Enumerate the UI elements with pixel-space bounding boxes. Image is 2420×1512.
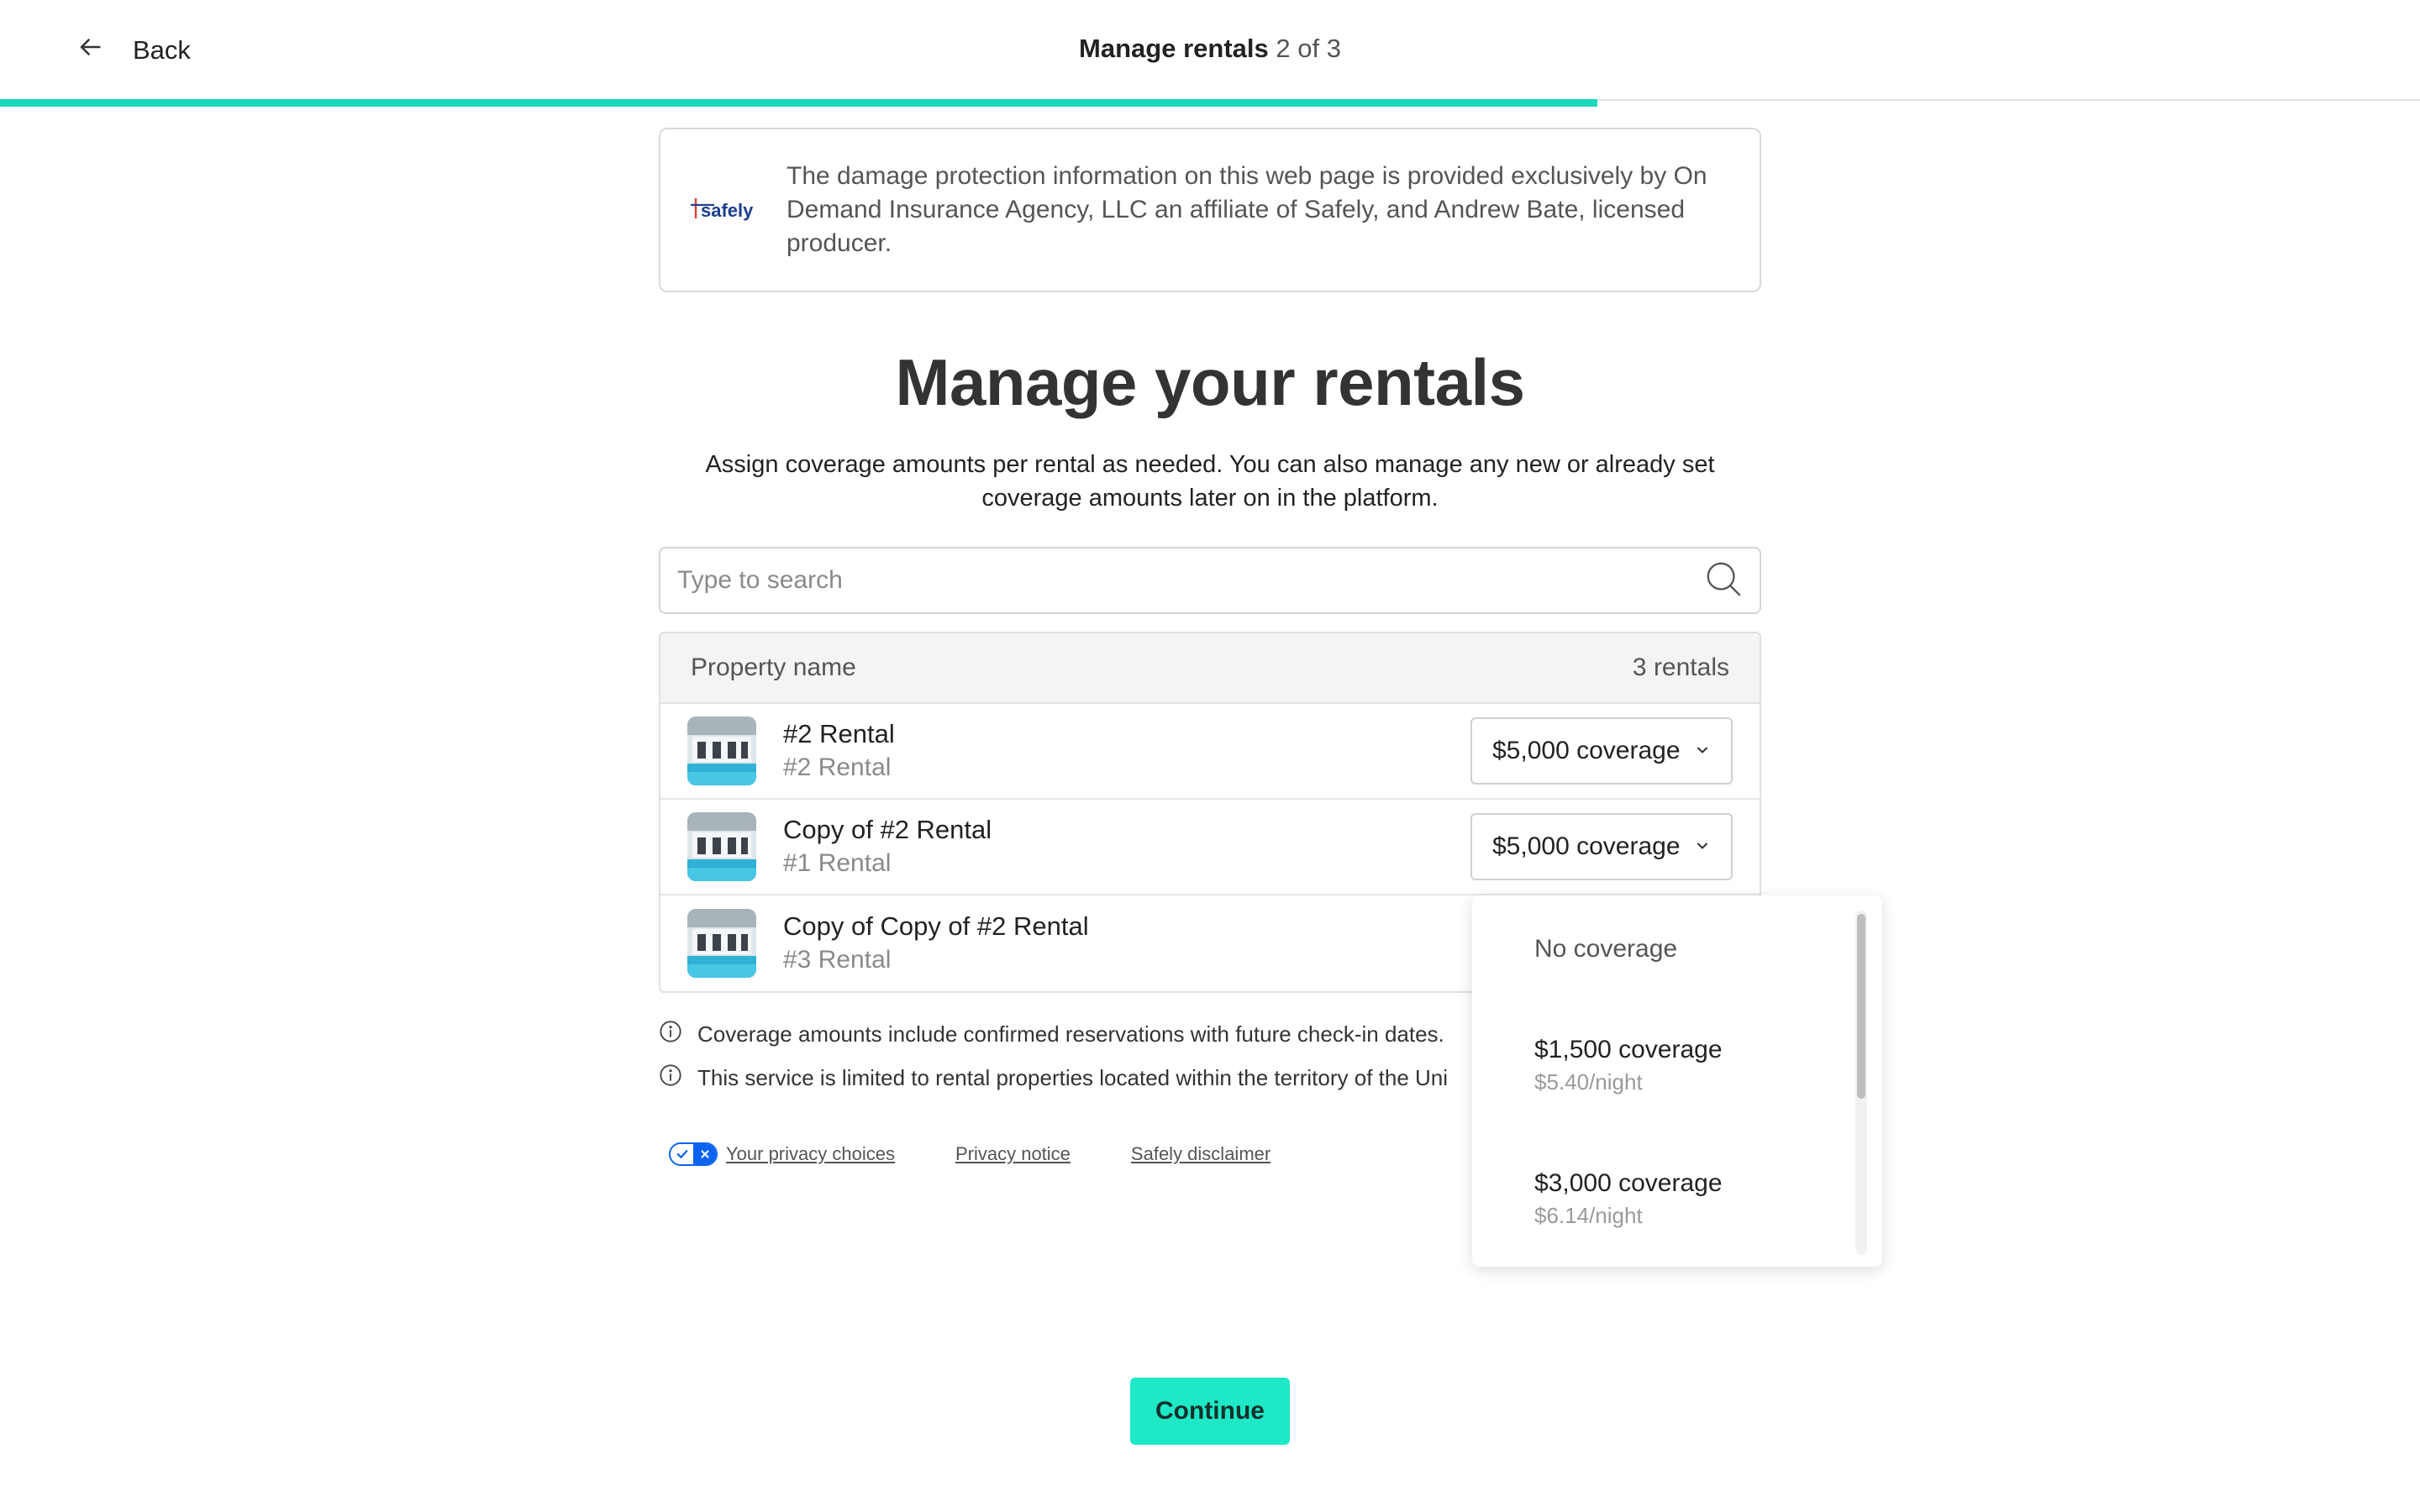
scrollbar-thumb[interactable] <box>1857 914 1865 1099</box>
table-row: Copy of #2 Rental #1 Rental $5,000 cover… <box>660 800 1760 895</box>
coverage-option-label: $1,500 coverage <box>1534 1036 1723 1063</box>
search-icon[interactable] <box>1704 559 1743 602</box>
info-notes: Coverage amounts include confirmed reser… <box>659 1012 1448 1100</box>
table-row: #2 Rental #2 Rental $5,000 coverage <box>660 704 1760 800</box>
insurance-disclaimer-card: safely The damage protection information… <box>659 128 1761 292</box>
info-note-text: Coverage amounts include confirmed reser… <box>697 1021 1444 1047</box>
coverage-value: $5,000 coverage <box>1492 737 1681 764</box>
property-thumbnail <box>687 717 756 785</box>
info-icon <box>659 1020 682 1049</box>
disclaimer-text: The damage protection information on thi… <box>786 162 1707 257</box>
info-note-text: This service is limited to rental proper… <box>697 1064 1449 1090</box>
coverage-option-price: $6.14/night <box>1534 1203 1643 1228</box>
search-input[interactable] <box>677 566 1704 595</box>
chevron-down-icon <box>1694 832 1711 861</box>
coverage-option-price: $5.40/night <box>1534 1069 1643 1095</box>
table-header: Property name 3 rentals <box>660 633 1760 704</box>
property-title: #2 Rental <box>783 719 895 748</box>
info-note: This service is limited to rental proper… <box>659 1056 1448 1100</box>
search-box <box>659 547 1761 614</box>
coverage-value: $5,000 coverage <box>1492 832 1681 860</box>
safely-disclaimer-link[interactable]: Safely disclaimer <box>1131 1143 1270 1165</box>
continue-button[interactable]: Continue <box>1130 1378 1290 1445</box>
property-thumbnail <box>687 812 756 881</box>
progress-bar <box>0 99 1597 107</box>
page-title: Manage your rentals <box>895 345 1525 419</box>
info-icon <box>659 1063 682 1093</box>
coverage-option[interactable]: No coverage <box>1534 932 1677 966</box>
property-thumbnail <box>687 909 756 978</box>
coverage-option-label: $3,000 coverage <box>1534 1169 1723 1197</box>
coverage-select[interactable]: $5,000 coverage <box>1470 813 1733 880</box>
footer-links: Your privacy choices Privacy notice Safe… <box>669 1142 1270 1166</box>
step-indicator: 2 of 3 <box>1276 34 1341 63</box>
coverage-select[interactable]: $5,000 coverage <box>1470 717 1733 785</box>
coverage-option[interactable]: $1,500 coverage $5.40/night <box>1534 1033 1723 1097</box>
page-subtitle: Assign coverage amounts per rental as ne… <box>705 451 1715 512</box>
property-subtitle: #1 Rental <box>783 849 892 877</box>
property-subtitle: #2 Rental <box>783 753 892 781</box>
coverage-dropdown-menu: No coverage $1,500 coverage $5.40/night … <box>1472 895 1882 1267</box>
info-note: Coverage amounts include confirmed reser… <box>659 1012 1448 1056</box>
column-property-name: Property name <box>691 654 856 681</box>
coverage-option-label: No coverage <box>1534 935 1678 963</box>
svg-text:safely: safely <box>701 200 754 221</box>
privacy-toggle-icon[interactable] <box>669 1142 718 1166</box>
chevron-down-icon <box>1694 737 1711 765</box>
privacy-notice-link[interactable]: Privacy notice <box>955 1143 1071 1165</box>
safely-logo: safely <box>669 193 786 227</box>
privacy-choices: Your privacy choices <box>669 1142 895 1166</box>
property-title: Copy of #2 Rental <box>783 815 992 844</box>
dropdown-scrollbar[interactable] <box>1855 911 1867 1255</box>
rentals-count: 3 rentals <box>1632 654 1729 681</box>
page-step-title: Manage rentals 2 of 3 <box>0 34 2420 64</box>
coverage-option[interactable]: $3,000 coverage $6.14/night <box>1534 1167 1723 1231</box>
top-bar: Back Manage rentals 2 of 3 <box>0 0 2420 101</box>
flow-title: Manage rentals <box>1079 34 1269 63</box>
privacy-choices-link[interactable]: Your privacy choices <box>726 1143 895 1165</box>
